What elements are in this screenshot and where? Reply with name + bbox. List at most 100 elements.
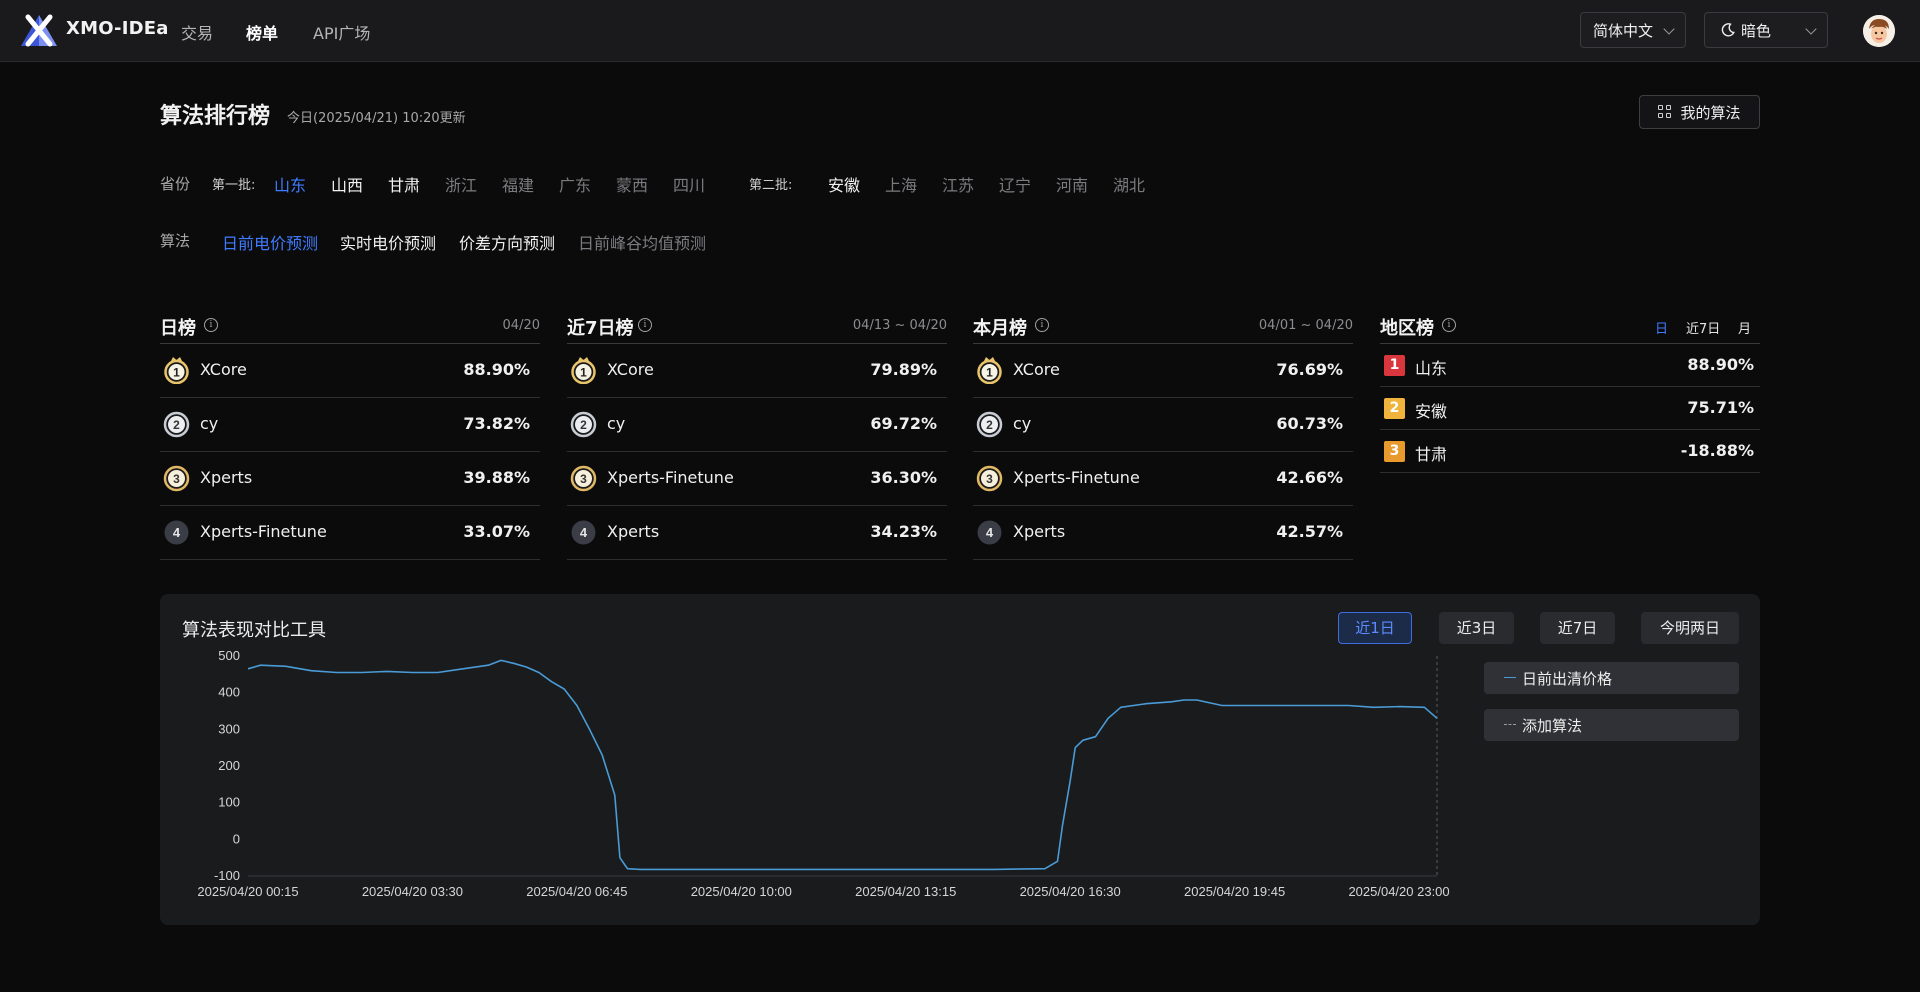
nav-api-plaza[interactable]: API广场 <box>313 20 370 44</box>
algo-day-ahead-price[interactable]: 日前电价预测 <box>222 230 318 254</box>
board-row[interactable]: 2 cy 69.72% <box>567 398 947 452</box>
info-icon[interactable]: i <box>204 318 218 332</box>
province-gansu[interactable]: 甘肃 <box>388 172 420 196</box>
province-guangdong[interactable]: 广东 <box>559 172 591 196</box>
algo-score: 36.30% <box>870 468 937 487</box>
province-shanxi[interactable]: 山西 <box>331 172 363 196</box>
gold-medal-icon: 1 <box>977 357 1002 384</box>
svg-text:4: 4 <box>173 525 181 540</box>
board-row[interactable]: 3 Xperts 39.88% <box>160 452 540 506</box>
xmo-logo-icon[interactable] <box>19 13 59 47</box>
region-tab-month[interactable]: 月 <box>1738 318 1751 337</box>
province-shandong[interactable]: 山东 <box>274 172 306 196</box>
board-row[interactable]: 1 XCore 79.89% <box>567 344 947 398</box>
province-liaoning[interactable]: 辽宁 <box>999 172 1031 196</box>
region-row[interactable]: 2 安徽 75.71% <box>1380 387 1760 430</box>
svg-text:1: 1 <box>986 366 993 380</box>
province-jiangsu[interactable]: 江苏 <box>942 172 974 196</box>
region-score: -18.88% <box>1680 441 1754 460</box>
algo-name: Xperts <box>200 468 253 487</box>
board-title: 本月榜 <box>973 318 1027 339</box>
y-tick-label: 200 <box>218 758 240 773</box>
board-row[interactable]: 2 cy 60.73% <box>973 398 1353 452</box>
province-henan[interactable]: 河南 <box>1056 172 1088 196</box>
daily-board: 日榜 i 04/20 1 XCore 88.90% 2 cy 73.82% 3 … <box>160 312 540 560</box>
nav-trade[interactable]: 交易 <box>181 20 213 44</box>
info-icon[interactable]: i <box>1035 318 1049 332</box>
board-row[interactable]: 2 cy 73.82% <box>160 398 540 452</box>
price-line-chart[interactable]: 500 400 300 200 100 0 -100 2025/04/20 00:15 202… <box>160 594 1460 925</box>
region-tab-day[interactable]: 日 <box>1655 318 1668 337</box>
range-7day-button[interactable]: 近7日 <box>1540 612 1615 644</box>
y-tick-label: -100 <box>214 868 240 883</box>
board-row[interactable]: 1 XCore 88.90% <box>160 344 540 398</box>
batch1-label: 第一批: <box>212 178 256 193</box>
theme-select[interactable]: 暗色 <box>1704 12 1828 48</box>
province-zhejiang[interactable]: 浙江 <box>445 172 477 196</box>
rank-badge: 1 <box>1384 355 1405 376</box>
region-board: 地区榜 i 日 近7日 月 1 山东 88.90% 2 安徽 75.71% 3 … <box>1380 312 1760 473</box>
algo-score: 88.90% <box>463 360 530 379</box>
add-algorithm-button[interactable]: 添加算法 <box>1484 709 1739 741</box>
x-tick-label: 2025/04/20 19:45 <box>1184 884 1285 899</box>
province-fujian[interactable]: 福建 <box>502 172 534 196</box>
province-sichuan[interactable]: 四川 <box>673 172 705 196</box>
algo-score: 79.89% <box>870 360 937 379</box>
board-header: 本月榜 i 04/01 ~ 04/20 <box>973 312 1353 344</box>
province-mengxi[interactable]: 蒙西 <box>616 172 648 196</box>
board-row[interactable]: 3 Xperts-Finetune 36.30% <box>567 452 947 506</box>
algo-peak-valley-mean[interactable]: 日前峰谷均值预测 <box>578 230 706 254</box>
algo-score: 60.73% <box>1276 414 1343 433</box>
page-title: 算法排行榜 <box>160 104 271 129</box>
board-row[interactable]: 3 Xperts-Finetune 42.66% <box>973 452 1353 506</box>
my-algorithms-button[interactable]: 我的算法 <box>1639 95 1760 129</box>
board-row[interactable]: 4 Xperts-Finetune 33.07% <box>160 506 540 560</box>
province-shanghai[interactable]: 上海 <box>885 172 917 196</box>
board-date: 04/20 <box>502 318 540 333</box>
algo-name: cy <box>200 414 219 433</box>
region-score: 75.71% <box>1687 398 1754 417</box>
board-row[interactable]: 4 Xperts 42.57% <box>973 506 1353 560</box>
board-row[interactable]: 1 XCore 76.69% <box>973 344 1353 398</box>
bronze-medal-icon: 3 <box>163 465 190 492</box>
algo-realtime-price[interactable]: 实时电价预测 <box>340 230 436 254</box>
region-row[interactable]: 3 甘肃 -18.88% <box>1380 430 1760 473</box>
board-title: 近7日榜 <box>567 318 634 339</box>
info-icon[interactable]: i <box>638 318 652 332</box>
algo-score: 76.69% <box>1276 360 1343 379</box>
legend-day-ahead-clearing-price[interactable]: 日前出清价格 <box>1484 662 1739 694</box>
province-hubei[interactable]: 湖北 <box>1113 172 1145 196</box>
logo-text[interactable]: XMO-IDEa <box>66 18 169 39</box>
silver-medal-icon: 2 <box>570 411 597 438</box>
algo-name: Xperts-Finetune <box>200 522 327 541</box>
language-value: 简体中文 <box>1593 21 1654 40</box>
language-select[interactable]: 简体中文 <box>1580 12 1686 48</box>
algo-score: 42.57% <box>1276 522 1343 541</box>
algo-spread-direction[interactable]: 价差方向预测 <box>459 230 555 254</box>
series-line-day-ahead-clearing-price[interactable] <box>247 659 1438 871</box>
algo-name: cy <box>607 414 626 433</box>
chevron-down-icon <box>1805 23 1817 35</box>
compare-tool-card: 算法表现对比工具 近1日 近3日 近7日 今明两日 日前出清价格 添加算法 50… <box>160 594 1760 925</box>
nav-leaderboard[interactable]: 榜单 <box>246 20 278 44</box>
info-icon[interactable]: i <box>1442 318 1456 332</box>
region-row[interactable]: 1 山东 88.90% <box>1380 344 1760 387</box>
rank-four-icon: 4 <box>571 520 596 545</box>
svg-text:2: 2 <box>173 418 180 432</box>
svg-text:2: 2 <box>986 418 993 432</box>
silver-medal-icon: 2 <box>163 411 190 438</box>
algo-name: Xperts-Finetune <box>607 468 734 487</box>
range-today-tomorrow-button[interactable]: 今明两日 <box>1641 612 1739 644</box>
x-tick-label: 2025/04/20 03:30 <box>362 884 463 899</box>
algo-score: 69.72% <box>870 414 937 433</box>
region-tab-7day[interactable]: 近7日 <box>1686 318 1720 337</box>
gold-medal-icon: 1 <box>164 357 189 384</box>
algo-name: XCore <box>200 360 247 379</box>
province-anhui[interactable]: 安徽 <box>828 172 860 196</box>
y-tick-label: 400 <box>218 685 240 700</box>
svg-text:1: 1 <box>580 366 587 380</box>
avatar[interactable] <box>1863 15 1895 47</box>
rank-badge: 3 <box>1384 441 1405 462</box>
x-tick-label: 2025/04/20 13:15 <box>855 884 956 899</box>
board-row[interactable]: 4 Xperts 34.23% <box>567 506 947 560</box>
